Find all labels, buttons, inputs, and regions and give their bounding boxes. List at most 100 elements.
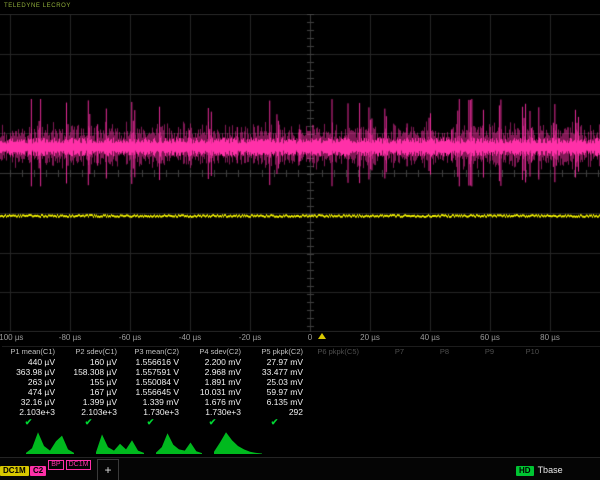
time-axis-label: -40 µs <box>179 333 201 342</box>
time-axis-label: 40 µs <box>420 333 440 342</box>
tbase-label: Tbase <box>538 465 563 475</box>
measurement-cell: 167 µV <box>60 387 122 397</box>
table-row: ✔✔✔✔✔ <box>2 417 600 427</box>
status-check-icon: ✔ <box>60 417 122 427</box>
measurement-cell: 1.399 µV <box>60 397 122 407</box>
time-axis-label: -20 µs <box>239 333 261 342</box>
measurement-cell <box>499 387 544 397</box>
status-check-icon: ✔ <box>2 417 60 427</box>
measurement-cell <box>499 357 544 367</box>
measurement-cell <box>499 367 544 377</box>
time-axis-label: -60 µs <box>119 333 141 342</box>
measurement-cell: 2.103e+3 <box>2 407 60 417</box>
table-row: 32.16 µV1.399 µV1.339 mV1.676 mV6.135 mV <box>2 397 600 407</box>
measurement-cell <box>364 357 409 367</box>
measurement-cell: 27.97 mV <box>246 357 308 367</box>
channel1-descriptor[interactable]: DC1M 0 mV <box>0 460 29 480</box>
time-axis-label: 60 µs <box>480 333 500 342</box>
time-axis-label: -100 µs <box>0 333 23 342</box>
hd-badge: HD <box>516 466 534 476</box>
histicon[interactable] <box>96 434 144 454</box>
measurement-cell: 1.556616 V <box>122 357 184 367</box>
measurement-cell <box>409 357 454 367</box>
measurement-cell: 1.557591 V <box>122 367 184 377</box>
measurement-cell: 1.730e+3 <box>122 407 184 417</box>
param-header-6[interactable]: P6 pkpk(C5) <box>308 347 364 357</box>
histicon[interactable] <box>214 432 262 454</box>
param-header-8[interactable]: P8 <box>409 347 454 357</box>
measurement-cell: 160 µV <box>60 357 122 367</box>
param-header-3[interactable]: P3 mean(C2) <box>122 347 184 357</box>
measurement-cell <box>454 377 499 387</box>
measurement-cell: 1.339 mV <box>122 397 184 407</box>
measurement-cell <box>499 397 544 407</box>
timebase-descriptor[interactable]: HDTbase 13 Bits 20.0 µs/div <box>516 460 582 480</box>
measurement-cell <box>364 397 409 407</box>
channel2-descriptor[interactable]: C2BPDC1M 10.0 mV <box>30 460 91 480</box>
measurement-cell: 6.135 mV <box>246 397 308 407</box>
brand-logo: TELEDYNE LECROY <box>4 3 71 9</box>
measurement-cell <box>409 377 454 387</box>
measurement-cell <box>308 367 364 377</box>
bottom-bar: DC1M 0 mV C2BPDC1M 10.0 mV + HDTbase 13 … <box>0 457 600 480</box>
measurement-cell <box>308 357 364 367</box>
param-header-7[interactable]: P7 <box>364 347 409 357</box>
measurement-cell: 10.031 mV <box>184 387 246 397</box>
measurement-cell: 474 µV <box>2 387 60 397</box>
measurement-cell <box>364 377 409 387</box>
histicon-strip <box>0 429 600 456</box>
c2-coupling-badge: DC1M <box>66 460 92 470</box>
measurement-cell <box>454 407 499 417</box>
measurement-cell <box>409 397 454 407</box>
measurement-cell <box>454 367 499 377</box>
measurement-cell: 363.98 µV <box>2 367 60 377</box>
measurement-cell <box>364 407 409 417</box>
c2-label-badge: C2 <box>30 466 46 476</box>
histicon[interactable] <box>26 432 74 454</box>
measurement-cell <box>454 397 499 407</box>
measurement-cell <box>409 387 454 397</box>
measurement-cell: 32.16 µV <box>2 397 60 407</box>
measurement-cell: 2.968 mV <box>184 367 246 377</box>
measurement-cell: 158.308 µV <box>60 367 122 377</box>
oscilloscope-screen: TELEDYNE LECROY -100 µs-80 µs-60 µs-40 µ… <box>0 0 600 480</box>
measurement-cell <box>364 387 409 397</box>
measurement-cell: 292 <box>246 407 308 417</box>
measurement-cell: 33.477 mV <box>246 367 308 377</box>
measurement-cell: 25.03 mV <box>246 377 308 387</box>
measurement-cell <box>308 377 364 387</box>
measurement-cell <box>454 387 499 397</box>
measurement-cell: 155 µV <box>60 377 122 387</box>
measurement-cell: 1.556645 V <box>122 387 184 397</box>
histicon[interactable] <box>156 433 202 454</box>
param-header-5[interactable]: P5 pkpk(C2) <box>246 347 308 357</box>
measurement-cell: 59.97 mV <box>246 387 308 397</box>
waveform-display[interactable] <box>0 14 600 332</box>
time-axis: -100 µs-80 µs-60 µs-40 µs-20 µs020 µs40 … <box>0 332 600 345</box>
status-check-icon: ✔ <box>122 417 184 427</box>
c2-bandpass-badge: BP <box>48 460 63 470</box>
param-header-9[interactable]: P9 <box>454 347 499 357</box>
measurement-table: P1 mean(C1)P2 sdev(C1)P3 mean(C2)P4 sdev… <box>2 346 600 427</box>
crosshair-marker[interactable]: + <box>97 459 119 480</box>
trigger-position-marker[interactable] <box>318 333 326 339</box>
time-axis-label: 0 <box>308 333 312 342</box>
status-check-icon: ✔ <box>184 417 246 427</box>
c1-coupling-badge: DC1M <box>0 466 29 476</box>
measurement-cell: 2.103e+3 <box>60 407 122 417</box>
table-row: P1 mean(C1)P2 sdev(C1)P3 mean(C2)P4 sdev… <box>2 347 600 357</box>
param-header-1[interactable]: P1 mean(C1) <box>2 347 60 357</box>
measurement-cell <box>499 407 544 417</box>
table-row: 263 µV155 µV1.550084 V1.891 mV25.03 mV <box>2 377 600 387</box>
param-header-2[interactable]: P2 sdev(C1) <box>60 347 122 357</box>
measurement-cell <box>454 357 499 367</box>
measurement-cell: 1.676 mV <box>184 397 246 407</box>
measurement-cell: 263 µV <box>2 377 60 387</box>
time-axis-label: 80 µs <box>540 333 560 342</box>
time-axis-label: 20 µs <box>360 333 380 342</box>
measurement-cell <box>308 407 364 417</box>
measurement-cell <box>364 367 409 377</box>
param-header-10[interactable]: P10 <box>499 347 544 357</box>
param-header-4[interactable]: P4 sdev(C2) <box>184 347 246 357</box>
measurement-cell <box>409 367 454 377</box>
